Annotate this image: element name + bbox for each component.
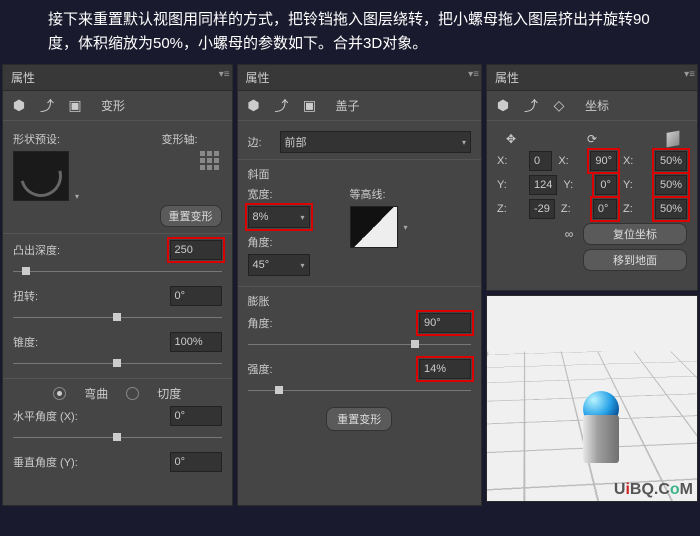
deform-icon[interactable]: ⤴: [523, 98, 539, 114]
bevel-width-field[interactable]: 8%▾: [248, 206, 310, 228]
shape-preset-thumb[interactable]: [13, 151, 69, 201]
scale-x-field[interactable]: 50%: [655, 151, 687, 171]
inflate-angle-slider[interactable]: [248, 337, 471, 351]
strength-slider[interactable]: [248, 383, 471, 397]
mesh-icon[interactable]: ⬢: [495, 98, 511, 114]
mesh-icon[interactable]: ⬢: [11, 98, 27, 114]
inflate-header: 膨胀: [248, 293, 471, 309]
taper-field[interactable]: 100%: [170, 332, 222, 352]
extrude-depth-field[interactable]: 250: [170, 240, 222, 260]
cap-icon[interactable]: ▣: [302, 98, 318, 114]
rot-y-field[interactable]: 0°: [595, 175, 617, 195]
deform-icon[interactable]: ⤴: [39, 98, 55, 114]
reset-cap-button[interactable]: 重置变形: [326, 407, 392, 431]
panel-menu-icon[interactable]: ▾≡: [684, 69, 695, 80]
inflate-angle-field[interactable]: 90°: [419, 313, 471, 333]
contour-thumb[interactable]: [350, 206, 398, 248]
scale-y-field[interactable]: 50%: [655, 175, 687, 195]
contour-label: 等高线:: [350, 186, 471, 202]
rot-x-field[interactable]: 90°: [590, 151, 617, 171]
bend-label: 弯曲: [84, 385, 108, 402]
extrude-depth-label: 凸出深度:: [13, 242, 73, 258]
rot-x-label: X:: [558, 155, 584, 167]
twist-slider[interactable]: [13, 310, 222, 324]
pos-x-label: X:: [497, 155, 523, 167]
bend-radio[interactable]: [53, 387, 66, 400]
cap-icon[interactable]: ▣: [67, 98, 83, 114]
vert-angle-field[interactable]: 0°: [170, 452, 222, 472]
reset-coords-button[interactable]: 复位坐标: [583, 223, 687, 245]
coord-icon[interactable]: ◇: [551, 98, 567, 114]
strength-label: 强度:: [248, 361, 308, 377]
rot-y-label: Y:: [563, 179, 589, 191]
taper-slider[interactable]: [13, 356, 222, 370]
move-to-ground-button[interactable]: 移到地面: [583, 249, 687, 271]
shape-preset-label: 形状预设:: [13, 131, 73, 147]
horiz-slider[interactable]: [13, 430, 222, 444]
deform-panel: 属性 ▾≡ ⬢ ⤴ ▣ 变形 形状预设: 变形轴: ▾ 重置变形 凸出深度:: [2, 64, 233, 506]
panel-menu-icon[interactable]: ▾≡: [219, 69, 230, 80]
panel-title: 属性: [3, 65, 232, 91]
panel-title: 属性: [487, 65, 697, 91]
inflate-angle-label: 角度:: [248, 315, 308, 331]
width-label: 宽度:: [248, 186, 344, 202]
pos-y-label: Y:: [497, 179, 523, 191]
watermark: UiBQ.CoM: [614, 481, 693, 499]
scale-y-label: Y:: [623, 179, 649, 191]
tab-label: 盖子: [336, 97, 360, 114]
scale-cube-icon: [665, 131, 681, 147]
rendered-object: [581, 391, 621, 463]
pos-z-label: Z:: [497, 203, 523, 215]
right-column: 属性 ▾≡ ⬢ ⤴ ◇ 坐标 ✥ ⟳ X: 0 X: 90° X: 50%: [486, 64, 698, 506]
horiz-angle-label: 水平角度 (X):: [13, 408, 93, 424]
object-cylinder: [583, 415, 619, 463]
shear-radio[interactable]: [126, 387, 139, 400]
deform-icon[interactable]: ⤴: [274, 98, 290, 114]
strength-field[interactable]: 14%: [419, 359, 471, 379]
tab-label: 坐标: [585, 97, 609, 114]
panels-container: 属性 ▾≡ ⬢ ⤴ ▣ 变形 形状预设: 变形轴: ▾ 重置变形 凸出深度:: [0, 64, 700, 506]
cap-tab-row: ⬢ ⤴ ▣ 盖子: [238, 91, 481, 121]
extrude-depth-slider[interactable]: [13, 264, 222, 278]
panel-title: 属性: [238, 65, 481, 91]
coords-tab-row: ⬢ ⤴ ◇ 坐标: [487, 91, 697, 121]
side-dropdown[interactable]: 前部▾: [280, 131, 471, 153]
side-label: 边:: [248, 134, 274, 150]
rot-z-field[interactable]: 0°: [593, 199, 617, 219]
axis-grid[interactable]: [200, 151, 222, 173]
vert-angle-label: 垂直角度 (Y):: [13, 454, 93, 470]
scale-z-label: Z:: [623, 203, 649, 215]
coords-panel: 属性 ▾≡ ⬢ ⤴ ◇ 坐标 ✥ ⟳ X: 0 X: 90° X: 50%: [486, 64, 698, 291]
pos-y-field[interactable]: 124: [529, 175, 557, 195]
pos-x-field[interactable]: 0: [529, 151, 552, 171]
bevel-angle-field[interactable]: 45°▾: [248, 254, 310, 276]
3d-preview: UiBQ.CoM: [486, 295, 698, 502]
tab-label: 变形: [101, 97, 125, 114]
cap-panel: 属性 ▾≡ ⬢ ⤴ ▣ 盖子 边: 前部▾ 斜面 宽度: 8%▾ 角度: 45°…: [237, 64, 482, 506]
shear-label: 切度: [157, 385, 181, 402]
panel-menu-icon[interactable]: ▾≡: [468, 69, 479, 80]
instruction-text: 接下来重置默认视图用同样的方式，把铃铛拖入图层绕转，把小螺母拖入图层挤出并旋转9…: [0, 0, 700, 64]
scale-x-label: X:: [623, 155, 649, 167]
mesh-icon[interactable]: ⬢: [246, 98, 262, 114]
rot-z-label: Z:: [561, 203, 587, 215]
twist-field[interactable]: 0°: [170, 286, 222, 306]
reset-deform-button[interactable]: 重置变形: [160, 205, 222, 227]
pos-z-field[interactable]: -29: [529, 199, 555, 219]
move-icon: ✥: [503, 131, 519, 147]
scale-z-field[interactable]: 50%: [655, 199, 687, 219]
horiz-angle-field[interactable]: 0°: [170, 406, 222, 426]
rotate-icon: ⟳: [584, 131, 600, 147]
taper-label: 锥度:: [13, 334, 73, 350]
link-icon[interactable]: ∞: [561, 226, 577, 242]
twist-label: 扭转:: [13, 288, 73, 304]
bevel-header: 斜面: [248, 166, 471, 182]
angle-label: 角度:: [248, 234, 344, 250]
axis-label: 变形轴:: [162, 131, 222, 147]
deform-tab-row: ⬢ ⤴ ▣ 变形: [3, 91, 232, 121]
